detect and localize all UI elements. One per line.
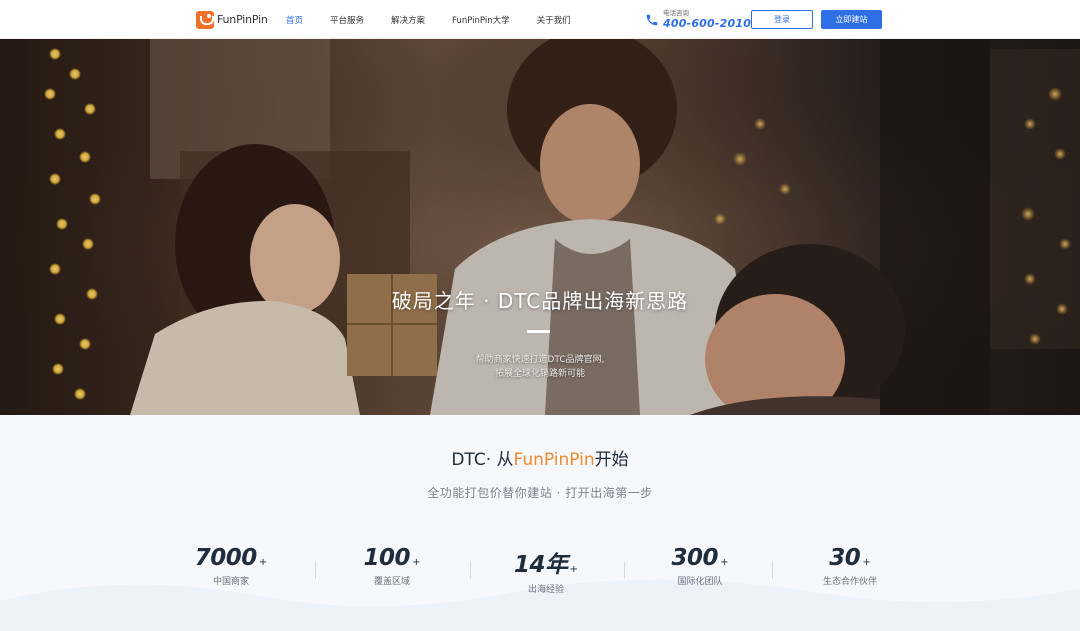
section-title-brand: FunPinPin bbox=[513, 450, 595, 470]
logo-icon bbox=[196, 10, 214, 29]
stat-plus: + bbox=[258, 557, 268, 568]
main-nav: 首页 平台服务 解决方案 FunPinPin大学 关于我们 bbox=[286, 0, 598, 39]
stat-divider bbox=[470, 561, 471, 579]
logo[interactable]: FunPinPin bbox=[196, 10, 268, 29]
section-title-prefix: DTC· 从 bbox=[451, 450, 514, 470]
build-site-button[interactable]: 立即建站 bbox=[821, 10, 882, 29]
phone-contact[interactable]: 电话咨询 400-600-2010 bbox=[645, 9, 751, 30]
stat-label: 国际化团队 bbox=[677, 577, 723, 587]
hero-subtitle-line2: 拓展全球化销路新可能 bbox=[494, 369, 585, 379]
stats-row: 7000 + 中国商家 100 + 覆盖区域 14年 + 出海经验 300 + 国际化团… bbox=[0, 545, 1080, 595]
logo-text: FunPinPin bbox=[217, 13, 268, 26]
stat-label: 中国商家 bbox=[212, 577, 249, 587]
hero-title: 破局之年 · DTC品牌出海新思路 bbox=[391, 289, 689, 313]
stat-value: 100 bbox=[363, 545, 411, 571]
nav-item-platform-services[interactable]: 平台服务 bbox=[330, 14, 364, 26]
nav-item-university[interactable]: FunPinPin大学 bbox=[452, 14, 510, 26]
stat-value: 14年 bbox=[514, 552, 568, 578]
stat-merchants: 7000 + 中国商家 bbox=[161, 545, 301, 587]
stat-team: 300 + 国际化团队 bbox=[630, 545, 770, 587]
stat-partners: 30 + 生态合作伙伴 bbox=[780, 545, 920, 587]
stat-divider bbox=[315, 561, 316, 579]
stat-plus: + bbox=[720, 557, 729, 568]
stat-divider bbox=[772, 561, 773, 579]
section-title: DTC· 从FunPinPin开始 bbox=[0, 445, 1080, 470]
hero-divider bbox=[527, 330, 550, 333]
nav-item-about-us[interactable]: 关于我们 bbox=[537, 14, 571, 26]
stat-label: 出海经验 bbox=[527, 585, 564, 595]
phone-label: 电话咨询 bbox=[663, 9, 689, 17]
phone-texts: 电话咨询 400-600-2010 bbox=[663, 9, 751, 30]
stat-label: 生态合作伙伴 bbox=[822, 577, 877, 587]
stat-value: 30 bbox=[829, 545, 861, 571]
hero-banner: 破局之年 · DTC品牌出海新思路 帮助商家快速打造DTC品牌官网, 拓展全球化… bbox=[0, 39, 1080, 415]
stat-label: 覆盖区域 bbox=[373, 577, 410, 587]
top-header: FunPinPin 首页 平台服务 解决方案 FunPinPin大学 关于我们 … bbox=[0, 0, 1080, 39]
login-button[interactable]: 登录 bbox=[751, 10, 813, 29]
stat-value: 300 bbox=[671, 545, 719, 571]
intro-section: DTC· 从FunPinPin开始 全功能打包价替你建站 · 打开出海第一步 7… bbox=[0, 415, 1080, 631]
nav-item-solutions[interactable]: 解决方案 bbox=[391, 14, 425, 26]
section-subtitle: 全功能打包价替你建站 · 打开出海第一步 bbox=[427, 486, 653, 500]
hero-subtitle-line1: 帮助商家快速打造DTC品牌官网, bbox=[475, 355, 605, 365]
phone-icon bbox=[646, 14, 658, 25]
phone-number[interactable]: 400-600-2010 bbox=[663, 17, 751, 30]
stat-regions: 100 + 覆盖区域 bbox=[322, 545, 462, 587]
stat-divider bbox=[624, 561, 625, 579]
stat-experience: 14年 + 出海经验 bbox=[476, 545, 616, 595]
stat-plus: + bbox=[862, 557, 871, 568]
stat-plus: + bbox=[412, 557, 421, 568]
nav-item-home[interactable]: 首页 bbox=[286, 14, 303, 26]
stat-value: 7000 bbox=[194, 545, 258, 571]
stat-plus: + bbox=[569, 564, 578, 575]
section-title-suffix: 开始 bbox=[594, 450, 629, 470]
